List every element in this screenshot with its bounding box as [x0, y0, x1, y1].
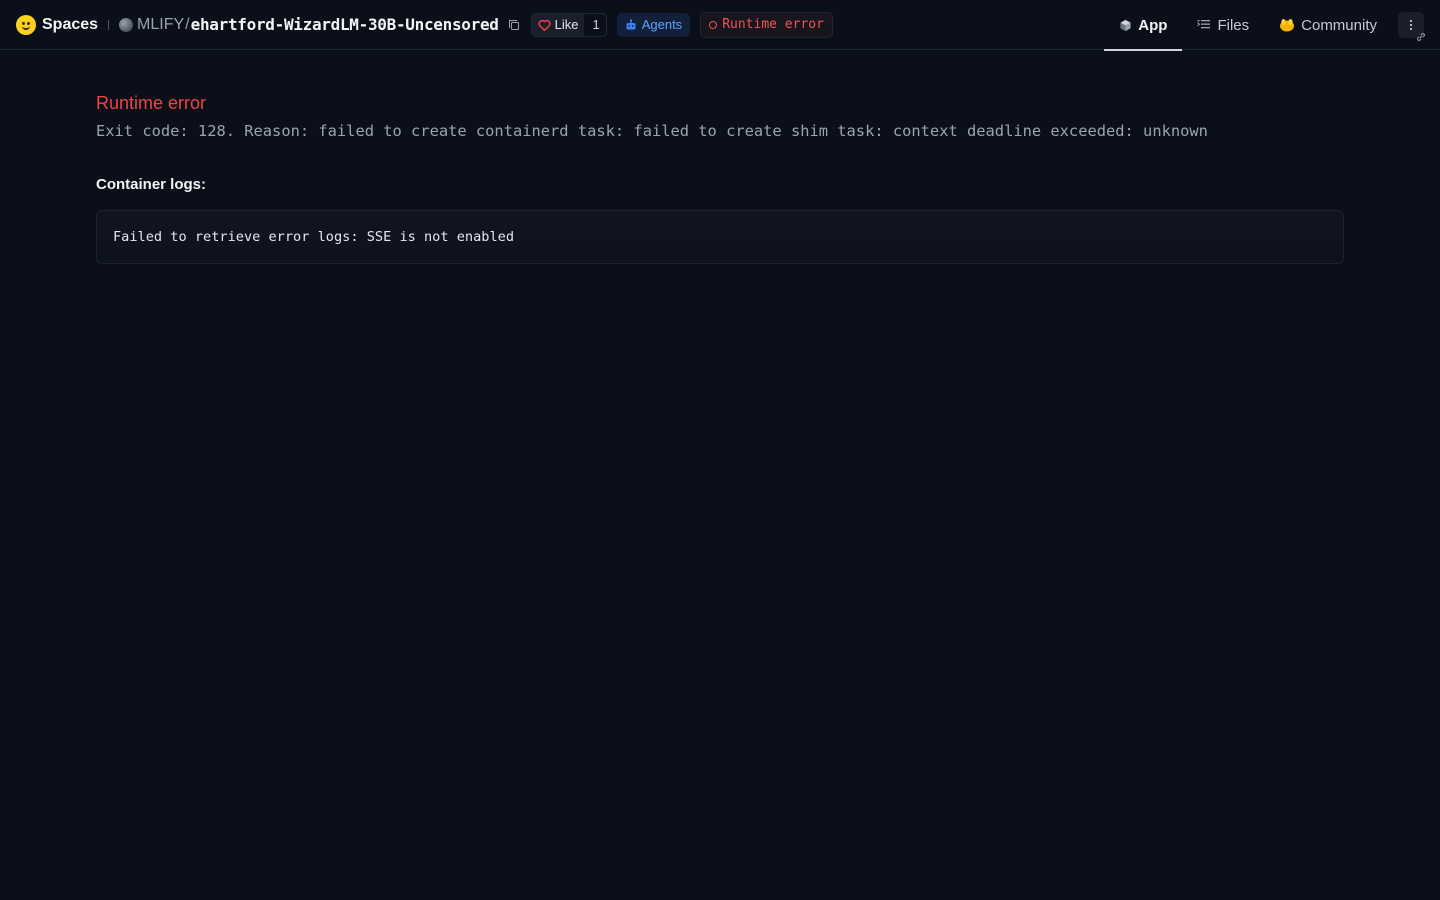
- status-label: Runtime error: [722, 17, 824, 32]
- more-options-button[interactable]: [1398, 12, 1425, 41]
- like-group: Like 1: [530, 12, 607, 37]
- copy-icon[interactable]: [507, 18, 521, 32]
- circle-icon: [709, 20, 718, 29]
- files-list-icon: [1197, 20, 1211, 29]
- like-label: Like: [554, 17, 579, 32]
- owner-avatar[interactable]: [119, 17, 134, 32]
- hands-emoji-icon: [1280, 19, 1295, 32]
- tab-app[interactable]: App: [1104, 0, 1183, 51]
- status-badge[interactable]: Runtime error: [700, 11, 833, 38]
- robot-icon: [626, 18, 636, 29]
- tab-files-label: Files: [1217, 16, 1250, 34]
- tab-community-label: Community: [1301, 16, 1377, 34]
- more-vertical-icon: [1410, 20, 1412, 30]
- tab-app-label: App: [1138, 16, 1168, 34]
- error-title: Runtime error: [96, 93, 207, 113]
- breadcrumb-separator: /: [185, 15, 190, 33]
- error-reason: Exit code: 128. Reason: failed to create…: [96, 122, 1208, 140]
- container-logs-box: Failed to retrieve error logs: SSE is no…: [96, 210, 1344, 264]
- breadcrumb-divider: [108, 19, 110, 30]
- link-icon: [1417, 33, 1425, 41]
- hugging-face-logo-icon[interactable]: [16, 14, 36, 35]
- error-panel: Runtime error Exit code: 128. Reason: fa…: [96, 90, 1344, 264]
- tab-files[interactable]: Files: [1182, 0, 1264, 50]
- heart-icon: [538, 19, 551, 31]
- like-button[interactable]: Like: [531, 13, 585, 36]
- container-logs-heading: Container logs:: [96, 176, 207, 193]
- agents-button[interactable]: Agents: [616, 12, 691, 37]
- header-left: Spaces MLIFY / ehartford-WizardLM-30B-Un…: [0, 0, 833, 49]
- owner-link[interactable]: MLIFY: [137, 16, 184, 34]
- log-message: Failed to retrieve error logs: SSE is no…: [113, 229, 515, 245]
- agents-label: Agents: [641, 17, 683, 32]
- space-tabs: App Files Community: [1104, 0, 1440, 51]
- top-navigation-bar: Spaces MLIFY / ehartford-WizardLM-30B-Un…: [0, 0, 1440, 51]
- repo-name-link[interactable]: ehartford-WizardLM-30B-Uncensored: [191, 15, 499, 34]
- like-count[interactable]: 1: [584, 17, 605, 32]
- cube-icon: [1120, 19, 1131, 31]
- tab-community[interactable]: Community: [1264, 0, 1392, 50]
- spaces-link[interactable]: Spaces: [42, 16, 98, 34]
